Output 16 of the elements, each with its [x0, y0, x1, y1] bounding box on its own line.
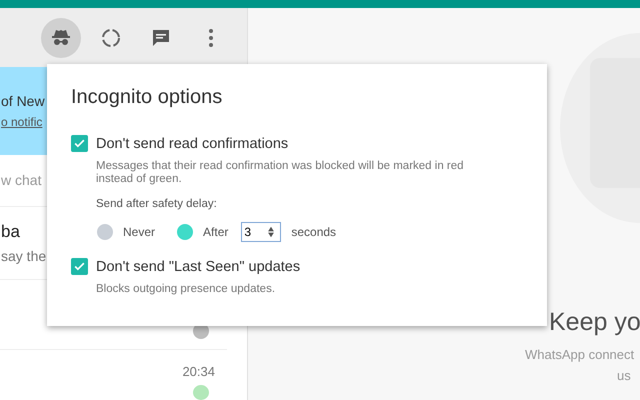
chat-preview: say the — [1, 248, 46, 264]
radio-label: Never — [123, 225, 156, 239]
radio-label: After — [203, 225, 228, 239]
option-description: Blocks outgoing presence updates. — [96, 283, 276, 296]
notification-title: of New — [1, 92, 45, 109]
unit-label: seconds — [291, 225, 336, 239]
option-label: Don't send read confirmations — [96, 136, 288, 152]
welcome-text: us — [617, 368, 631, 383]
welcome-text: WhatsApp connect — [525, 347, 634, 362]
delay-label: Send after safety delay: — [96, 198, 218, 210]
option-description: Messages that their read confirmation was blocked will be marked in red instead of green. — [96, 160, 465, 186]
chat-time: 20:34 — [182, 364, 215, 380]
popup-title: Incognito options — [71, 86, 224, 109]
chat-name: ba — [1, 222, 20, 242]
option-label: Don't send "Last Seen" updates — [96, 258, 300, 274]
welcome-title: Keep yo — [549, 308, 640, 337]
